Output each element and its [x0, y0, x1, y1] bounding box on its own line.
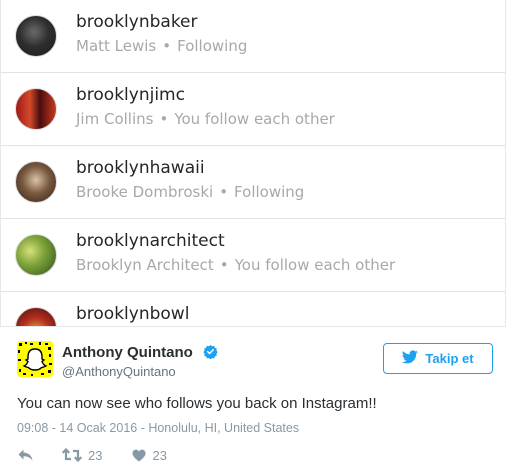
full-name: Brooklyn Architect — [76, 256, 214, 274]
username: brooklynarchitect — [76, 231, 225, 251]
separator-dot: • — [219, 183, 229, 201]
full-name: Matt Lewis — [76, 37, 157, 55]
embedded-tweet: Anthony Quintano @AnthonyQuintano Takip … — [0, 326, 506, 468]
like-count: 23 — [152, 447, 167, 463]
retweet-icon — [62, 448, 82, 462]
reply-icon — [17, 448, 34, 462]
follow-status: You follow each other — [234, 256, 396, 274]
reply-button[interactable] — [17, 448, 34, 462]
avatar — [15, 234, 57, 276]
tweet-text: You can now see who follows you back on … — [17, 395, 377, 412]
separator-dot: • — [162, 37, 172, 55]
separator-dot: • — [219, 256, 229, 274]
tweet-timestamp-location[interactable]: 09:08 - 14 Ocak 2016 - Honolulu, HI, Uni… — [17, 421, 299, 435]
follow-button[interactable]: Takip et — [383, 343, 493, 374]
tweet-actions: 23 23 — [17, 446, 167, 464]
user-subtitle: Jim Collins • You follow each other — [76, 110, 335, 128]
instagram-following-screenshot: brooklynbaker Matt Lewis • Following brook… — [0, 0, 506, 326]
user-subtitle: Brooklyn Architect • You follow each other — [76, 256, 395, 274]
follow-button-label: Takip et — [425, 351, 474, 366]
separator-dot: • — [159, 110, 169, 128]
avatar — [15, 15, 57, 57]
verified-badge-icon — [203, 344, 218, 360]
author-handle[interactable]: @AnthonyQuintano — [62, 364, 176, 379]
user-subtitle: Matt Lewis • Following — [76, 37, 247, 55]
avatar — [15, 161, 57, 203]
full-name: Brooke Dombroski — [76, 183, 214, 201]
full-name: Jim Collins — [76, 110, 154, 128]
username: brooklynjimc — [76, 85, 185, 105]
retweet-count: 23 — [88, 447, 103, 463]
username: brooklynbowl — [76, 304, 190, 324]
list-item[interactable]: brooklynarchitect Brooklyn Architect • You… — [1, 219, 505, 292]
list-item[interactable]: brooklynbowl — [1, 292, 505, 326]
author-avatar[interactable] — [17, 341, 53, 377]
list-item[interactable]: brooklynhawaii Brooke Dombroski • Followin… — [1, 146, 505, 219]
list-item[interactable]: brooklynbaker Matt Lewis • Following — [1, 0, 505, 73]
avatar — [15, 88, 57, 130]
retweet-button[interactable]: 23 — [56, 448, 102, 463]
username: brooklynhawaii — [76, 158, 205, 178]
follow-status: Following — [234, 183, 305, 201]
heart-icon — [132, 449, 146, 462]
list-item[interactable]: brooklynjimc Jim Collins • You follow each… — [1, 73, 505, 146]
username: brooklynbaker — [76, 12, 198, 32]
user-subtitle: Brooke Dombroski • Following — [76, 183, 304, 201]
like-button[interactable]: 23 — [126, 447, 167, 463]
follow-status: You follow each other — [174, 110, 335, 128]
twitter-bird-icon — [402, 350, 419, 367]
follow-status: Following — [177, 37, 248, 55]
author-name[interactable]: Anthony Quintano — [62, 344, 193, 361]
avatar — [15, 307, 57, 326]
